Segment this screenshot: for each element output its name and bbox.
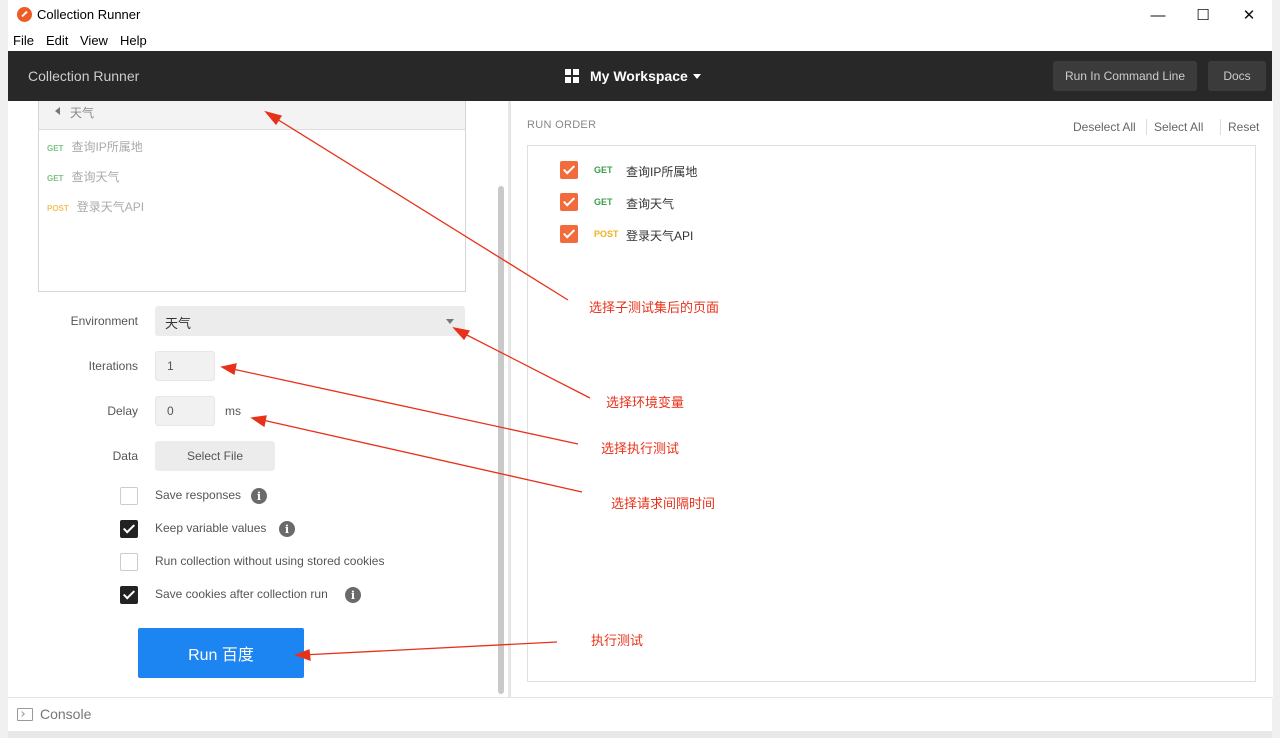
annotation-iterations: 选择执行测试 <box>601 441 680 456</box>
run-order-item[interactable]: GET 查询天气 <box>528 192 1255 214</box>
reset-button[interactable]: Reset <box>1228 120 1259 134</box>
run-order-checkbox[interactable] <box>560 193 578 211</box>
iterations-value: 1 <box>167 359 174 373</box>
save-responses-checkbox[interactable] <box>120 487 138 505</box>
request-item: GET 查询IP所属地 <box>47 138 143 155</box>
delay-unit: ms <box>225 404 241 418</box>
run-order-item[interactable]: POST 登录天气API <box>528 224 1255 246</box>
workspace-grid-icon[interactable] <box>565 69 579 83</box>
annotation-environment: 选择环境变量 <box>606 395 685 410</box>
close-button[interactable]: ✕ <box>1226 0 1272 30</box>
folder-name: 天气 <box>70 106 95 120</box>
keep-variable-values-checkbox[interactable] <box>120 520 138 538</box>
environment-label: Environment <box>70 314 138 328</box>
maximize-button[interactable]: ☐ <box>1180 0 1226 30</box>
menu-edit[interactable]: Edit <box>46 33 68 48</box>
dropdown-caret-icon <box>446 319 454 324</box>
no-stored-cookies-checkbox[interactable] <box>120 553 138 571</box>
runner-header: Collection Runner My Workspace Run In Co… <box>8 51 1272 101</box>
request-name: 登录天气API <box>76 200 145 214</box>
run-in-command-line-button[interactable]: Run In Command Line <box>1053 61 1197 91</box>
divider <box>1220 119 1221 135</box>
run-order-checkbox[interactable] <box>560 161 578 179</box>
iterations-input[interactable]: 1 <box>155 351 215 381</box>
header-title: Collection Runner <box>28 68 140 84</box>
info-icon[interactable]: i <box>279 521 295 537</box>
menu-file[interactable]: File <box>13 33 34 48</box>
save-responses-label: Save responses <box>155 488 242 502</box>
environment-value: 天气 <box>165 316 192 331</box>
runner-settings-panel: 天气 GET 查询IP所属地 GET 查询天气 POST 登录天气API Enviro… <box>8 101 508 697</box>
request-name: 查询IP所属地 <box>626 165 698 179</box>
annotation-delay: 选择请求间隔时间 <box>611 496 716 511</box>
request-method: POST <box>594 229 619 239</box>
delay-label: Delay <box>107 404 138 418</box>
menu-view[interactable]: View <box>80 33 108 48</box>
workspace-caret-icon[interactable] <box>693 74 701 79</box>
select-all-button[interactable]: Select All <box>1154 120 1203 134</box>
environment-select[interactable]: 天气 <box>155 306 465 336</box>
keep-variable-values-label: Keep variable values <box>155 521 267 535</box>
request-name: 查询IP所属地 <box>71 140 143 154</box>
delay-value: 0 <box>167 404 174 418</box>
workspace-name[interactable]: My Workspace <box>590 68 688 84</box>
request-item: GET 查询天气 <box>47 168 119 185</box>
collection-request-list: 天气 GET 查询IP所属地 GET 查询天气 POST 登录天气API <box>38 101 466 292</box>
info-icon[interactable]: i <box>345 587 361 603</box>
window-title: Collection Runner <box>37 7 141 22</box>
console-bar[interactable]: Console <box>8 697 1272 731</box>
run-order-item[interactable]: GET 查询IP所属地 <box>528 160 1255 182</box>
title-bar: Collection Runner — ☐ ✕ <box>8 0 1272 30</box>
menu-help[interactable]: Help <box>120 33 147 48</box>
minimize-button[interactable]: — <box>1135 0 1181 30</box>
request-method: GET <box>594 165 613 175</box>
back-caret-icon[interactable] <box>55 107 60 115</box>
save-cookies-checkbox[interactable] <box>120 586 138 604</box>
request-method: GET <box>47 174 64 183</box>
request-name: 登录天气API <box>626 229 694 243</box>
run-order-checkbox[interactable] <box>560 225 578 243</box>
folder-row[interactable]: 天气 <box>39 101 465 130</box>
request-method: POST <box>47 204 69 213</box>
run-collection-button[interactable]: Run 百度 <box>138 628 304 678</box>
save-cookies-label: Save cookies after collection run <box>155 587 328 601</box>
delay-input[interactable]: 0 <box>155 396 215 426</box>
data-label: Data <box>112 449 138 463</box>
request-name: 查询天气 <box>71 170 120 184</box>
settings-scrollbar[interactable] <box>498 186 504 694</box>
request-method: GET <box>594 197 613 207</box>
console-icon[interactable] <box>17 708 33 721</box>
run-order-title: RUN ORDER <box>527 119 597 131</box>
request-method: GET <box>47 144 64 153</box>
no-stored-cookies-label: Run collection without using stored cook… <box>155 554 385 568</box>
annotation-sub-collection: 选择子测试集后的页面 <box>589 300 720 315</box>
divider <box>1146 119 1147 135</box>
menu-bar: File Edit View Help <box>8 30 1272 51</box>
info-icon[interactable]: i <box>251 488 267 504</box>
run-order-list: GET 查询IP所属地 GET 查询天气 POST 登录天气API <box>527 145 1256 682</box>
docs-button[interactable]: Docs <box>1208 61 1266 91</box>
select-file-button[interactable]: Select File <box>155 441 275 471</box>
request-item: POST 登录天气API <box>47 198 144 215</box>
deselect-all-button[interactable]: Deselect All <box>1073 120 1136 134</box>
iterations-label: Iterations <box>88 359 138 373</box>
console-label[interactable]: Console <box>40 706 91 722</box>
request-name: 查询天气 <box>626 197 675 211</box>
annotation-run: 执行测试 <box>591 633 644 648</box>
postman-logo-icon <box>17 7 32 22</box>
